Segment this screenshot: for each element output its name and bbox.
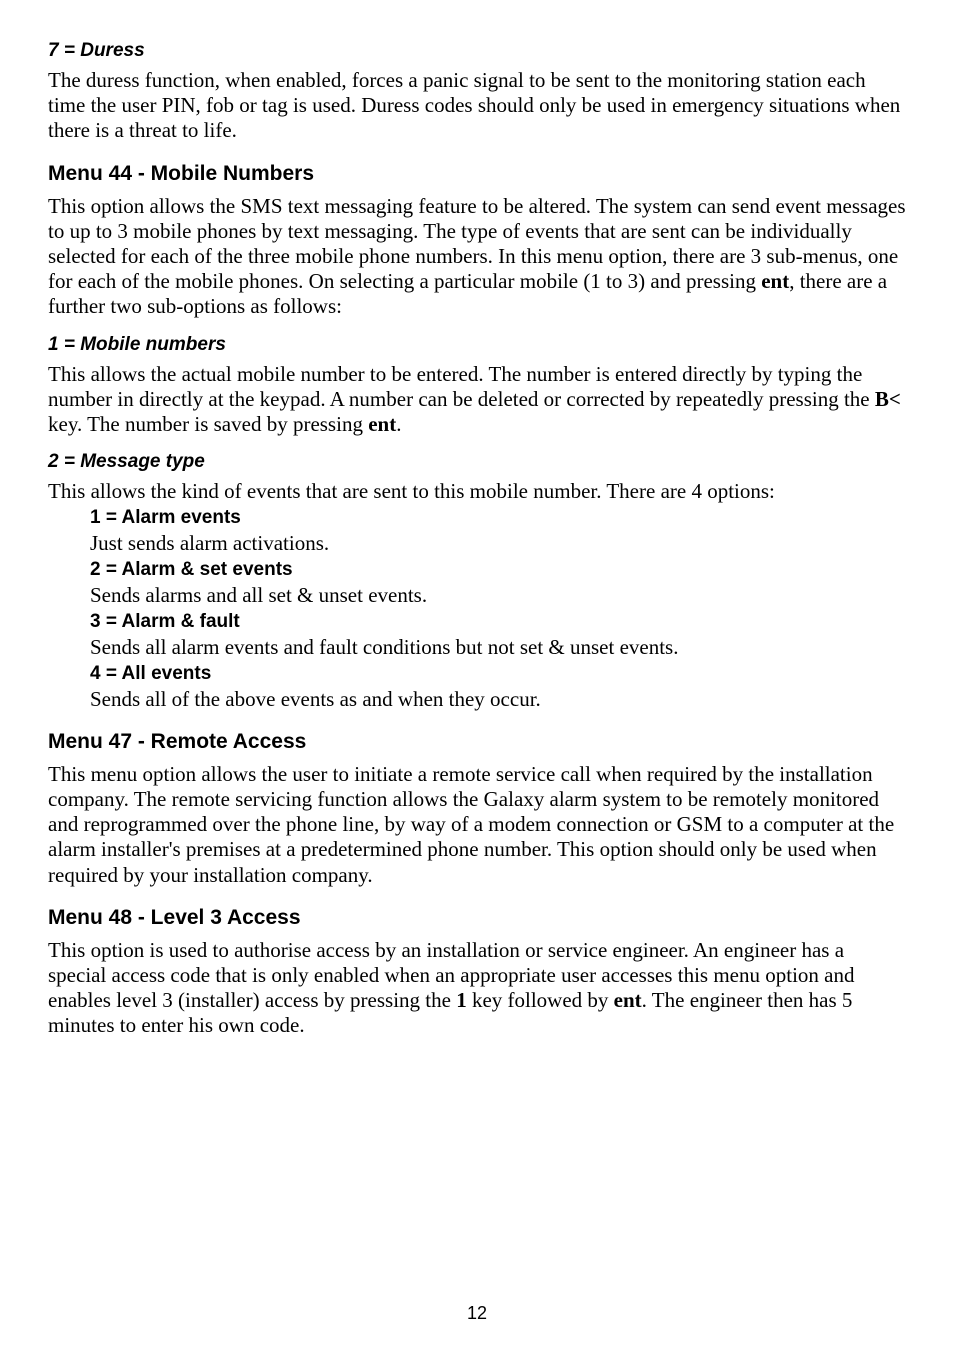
text-run: This allows the actual mobile number to … [48, 362, 875, 411]
paragraph-menu48: This option is used to authorise access … [48, 938, 906, 1039]
text-run: . [396, 412, 401, 436]
heading-message-type: 2 = Message type [48, 451, 906, 473]
paragraph-mobile-numbers: This allows the actual mobile number to … [48, 362, 906, 438]
paragraph-duress: The duress function, when enabled, force… [48, 68, 906, 144]
option-desc-3: Sends all alarm events and fault conditi… [90, 635, 906, 660]
option-desc-1: Just sends alarm activations. [90, 531, 906, 556]
text-run: key followed by [467, 988, 614, 1012]
heading-mobile-numbers: 1 = Mobile numbers [48, 334, 906, 356]
option-label-2: 2 = Alarm & set events [90, 558, 906, 583]
heading-duress: 7 = Duress [48, 40, 906, 62]
option-label-1: 1 = Alarm events [90, 506, 906, 531]
text-bold: B< [875, 387, 901, 411]
heading-menu47: Menu 47 - Remote Access [48, 730, 906, 754]
option-label-3: 3 = Alarm & fault [90, 610, 906, 635]
page-number: 12 [0, 1303, 954, 1324]
text-bold: ent [761, 269, 789, 293]
text-run: key. The number is saved by pressing [48, 412, 368, 436]
text-bold: ent [614, 988, 642, 1012]
document-page: 7 = Duress The duress function, when ena… [0, 0, 954, 1354]
option-desc-4: Sends all of the above events as and whe… [90, 687, 906, 712]
option-label-4: 4 = All events [90, 662, 906, 687]
paragraph-message-type-intro: This allows the kind of events that are … [48, 479, 906, 504]
text-bold: ent [368, 412, 396, 436]
options-list: 1 = Alarm events Just sends alarm activa… [90, 506, 906, 712]
heading-menu48: Menu 48 - Level 3 Access [48, 906, 906, 930]
heading-menu44: Menu 44 - Mobile Numbers [48, 162, 906, 186]
text-bold: 1 [456, 988, 467, 1012]
paragraph-menu47: This menu option allows the user to init… [48, 762, 906, 888]
option-desc-2: Sends alarms and all set & unset events. [90, 583, 906, 608]
paragraph-menu44: This option allows the SMS text messagin… [48, 194, 906, 320]
